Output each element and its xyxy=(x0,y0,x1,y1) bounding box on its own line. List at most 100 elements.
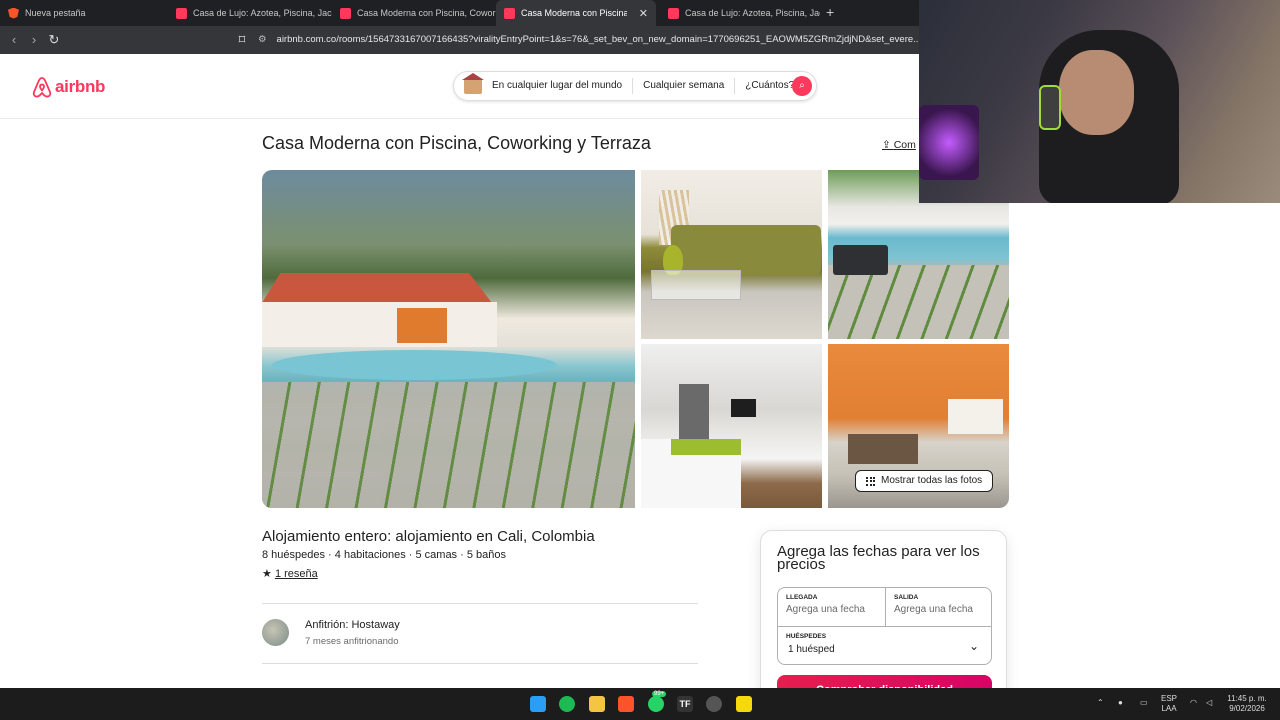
star-icon: ★ xyxy=(262,568,272,580)
photo-bedroom[interactable] xyxy=(641,344,822,508)
booking-card: Agrega las fechas para ver los precios L… xyxy=(760,530,1007,705)
reload-icon[interactable]: ↻ xyxy=(46,32,62,48)
photo-detail xyxy=(731,399,756,417)
avatar[interactable] xyxy=(262,619,289,646)
bookmark-icon[interactable]: ⌑ xyxy=(234,32,250,48)
airbnb-favicon-icon xyxy=(340,7,351,19)
tab-casa-moderna-active[interactable]: Casa Moderna con Piscina, Cow ✕ xyxy=(496,0,656,26)
photo-detail xyxy=(262,273,492,303)
listing-details: 8 huéspedes · 4 habitaciones · 5 camas ·… xyxy=(262,549,506,561)
lang-label-2: LAA xyxy=(1161,704,1177,713)
webcam-detail xyxy=(1059,50,1134,135)
house-icon xyxy=(462,73,484,94)
tab-new-tab[interactable]: Nueva pestaña xyxy=(0,0,168,26)
host-name: Anfitrión: Hostaway xyxy=(305,619,400,631)
chevron-down-icon: ⌄ xyxy=(968,639,979,653)
checkin-label: LLEGADA xyxy=(786,594,818,601)
photo-living-room[interactable] xyxy=(641,170,822,339)
microphone-icon[interactable]: ● xyxy=(1118,698,1123,708)
search-when[interactable]: Cualquier semana xyxy=(633,78,736,94)
tab-label: Casa de Lujo: Azotea, Piscina, Jacuzzi xyxy=(685,8,820,18)
forward-icon[interactable]: › xyxy=(26,32,42,48)
logo-text: airbnb xyxy=(55,77,106,96)
notification-badge: 99+ xyxy=(652,691,667,697)
search-where[interactable]: En cualquier lugar del mundo xyxy=(482,78,634,94)
tab-label: Casa Moderna con Piscina, Cow xyxy=(521,8,627,18)
lang-label: ESP xyxy=(1161,694,1178,703)
photo-detail xyxy=(397,308,447,343)
reviews-link[interactable]: 1 reseña xyxy=(275,568,318,580)
photo-detail xyxy=(828,265,1009,339)
divider xyxy=(262,663,698,664)
airbnb-logo-icon xyxy=(32,77,52,98)
clock[interactable]: 11:45 p. m. 9/02/2026 xyxy=(1224,694,1270,714)
tab-casa-moderna[interactable]: Casa Moderna con Piscina, Coworkin xyxy=(332,0,496,26)
wifi-icon[interactable]: ◠ xyxy=(1190,698,1197,708)
tab-label: Casa Moderna con Piscina, Coworkin xyxy=(357,8,496,18)
search-icon[interactable]: ⌕ xyxy=(792,76,812,96)
search-bar[interactable]: En cualquier lugar del mundo Cualquier s… xyxy=(453,71,817,101)
listing-subtitle: Alojamiento entero: alojamiento en Cali,… xyxy=(262,528,595,545)
photo-detail xyxy=(671,225,821,275)
site-settings-icon[interactable]: ⚙ xyxy=(258,30,267,50)
photo-detail xyxy=(272,350,557,380)
airbnb-favicon-icon xyxy=(668,7,679,19)
main-photo-pool[interactable] xyxy=(262,170,635,508)
checkin-placeholder: Agrega una fecha xyxy=(786,604,865,615)
share-label: Com xyxy=(893,139,916,151)
back-icon[interactable]: ‹ xyxy=(6,32,22,48)
grid-icon xyxy=(866,476,875,486)
photo-detail xyxy=(833,245,888,275)
date-guest-picker: LLEGADA Agrega una fecha SALIDA Agrega u… xyxy=(777,587,992,665)
keyboard-icon[interactable]: ▭ xyxy=(1140,698,1148,708)
volume-icon[interactable]: ◁ xyxy=(1206,698,1212,708)
tab-casa-de-lujo-2[interactable]: Casa de Lujo: Azotea, Piscina, Jacuzzi xyxy=(660,0,820,26)
show-all-photos-button[interactable]: Mostrar todas las fotos xyxy=(855,470,994,492)
photo-detail xyxy=(671,439,741,455)
airbnb-favicon-icon xyxy=(176,7,187,19)
webcam-overlay xyxy=(919,0,1280,203)
booking-title: Agrega las fechas para ver los precios xyxy=(777,543,980,573)
language-indicator[interactable]: ESP LAA xyxy=(1161,694,1177,714)
app-icon[interactable]: TF xyxy=(677,696,693,712)
time: 11:45 p. m. xyxy=(1227,694,1267,703)
airbnb-favicon-icon xyxy=(504,7,515,19)
tab-casa-de-lujo[interactable]: Casa de Lujo: Azotea, Piscina, Jacuzzi xyxy=(168,0,332,26)
show-all-label: Mostrar todas las fotos xyxy=(881,475,983,486)
listing-title: Casa Moderna con Piscina, Coworking y Te… xyxy=(262,133,651,153)
divider xyxy=(262,603,698,604)
photo-detail xyxy=(948,399,1003,434)
close-tab-icon[interactable]: ✕ xyxy=(639,7,648,20)
share-button[interactable]: ⇪ Com xyxy=(882,139,916,151)
tab-label: Nueva pestaña xyxy=(25,8,86,18)
address-bar[interactable]: ⚙ airbnb.com.co/rooms/1564733167007166435… xyxy=(258,30,918,50)
windows-start-icon[interactable] xyxy=(530,696,546,712)
checkin-field[interactable]: LLEGADA Agrega una fecha xyxy=(778,588,885,626)
date: 9/02/2026 xyxy=(1229,704,1265,713)
brave-icon[interactable] xyxy=(618,696,634,712)
file-explorer-icon[interactable] xyxy=(589,696,605,712)
taskbar: 99+ TF ⌃ ● ▭ ESP LAA ◠ ◁ 11:45 p. m. 9/0… xyxy=(0,688,1280,720)
app-icon[interactable] xyxy=(706,696,722,712)
webcam-detail xyxy=(1039,85,1061,130)
reviews: ★ 1 reseña xyxy=(262,567,318,580)
webcam-detail xyxy=(919,105,979,180)
spotify-icon[interactable] xyxy=(559,696,575,712)
chevron-up-icon[interactable]: ⌃ xyxy=(1097,698,1104,708)
checkout-label: SALIDA xyxy=(894,594,919,601)
whatsapp-icon[interactable] xyxy=(648,696,664,712)
photo-detail xyxy=(848,434,918,464)
guests-value: 1 huésped xyxy=(788,644,835,655)
photo-detail xyxy=(262,302,497,347)
sticky-notes-icon[interactable] xyxy=(736,696,752,712)
guests-select[interactable]: HUÉSPEDES 1 huésped ⌄ xyxy=(778,626,991,664)
guests-label: HUÉSPEDES xyxy=(786,633,827,640)
brave-icon xyxy=(8,7,19,19)
photo-detail xyxy=(651,270,741,300)
photo-detail xyxy=(679,384,709,444)
checkout-field[interactable]: SALIDA Agrega una fecha xyxy=(885,588,992,626)
new-tab-button[interactable]: + xyxy=(826,4,834,20)
airbnb-logo[interactable]: airbnb xyxy=(32,76,105,98)
tab-label: Casa de Lujo: Azotea, Piscina, Jacuzzi xyxy=(193,8,332,18)
url-text: airbnb.com.co/rooms/1564733167007166435?… xyxy=(276,34,918,45)
